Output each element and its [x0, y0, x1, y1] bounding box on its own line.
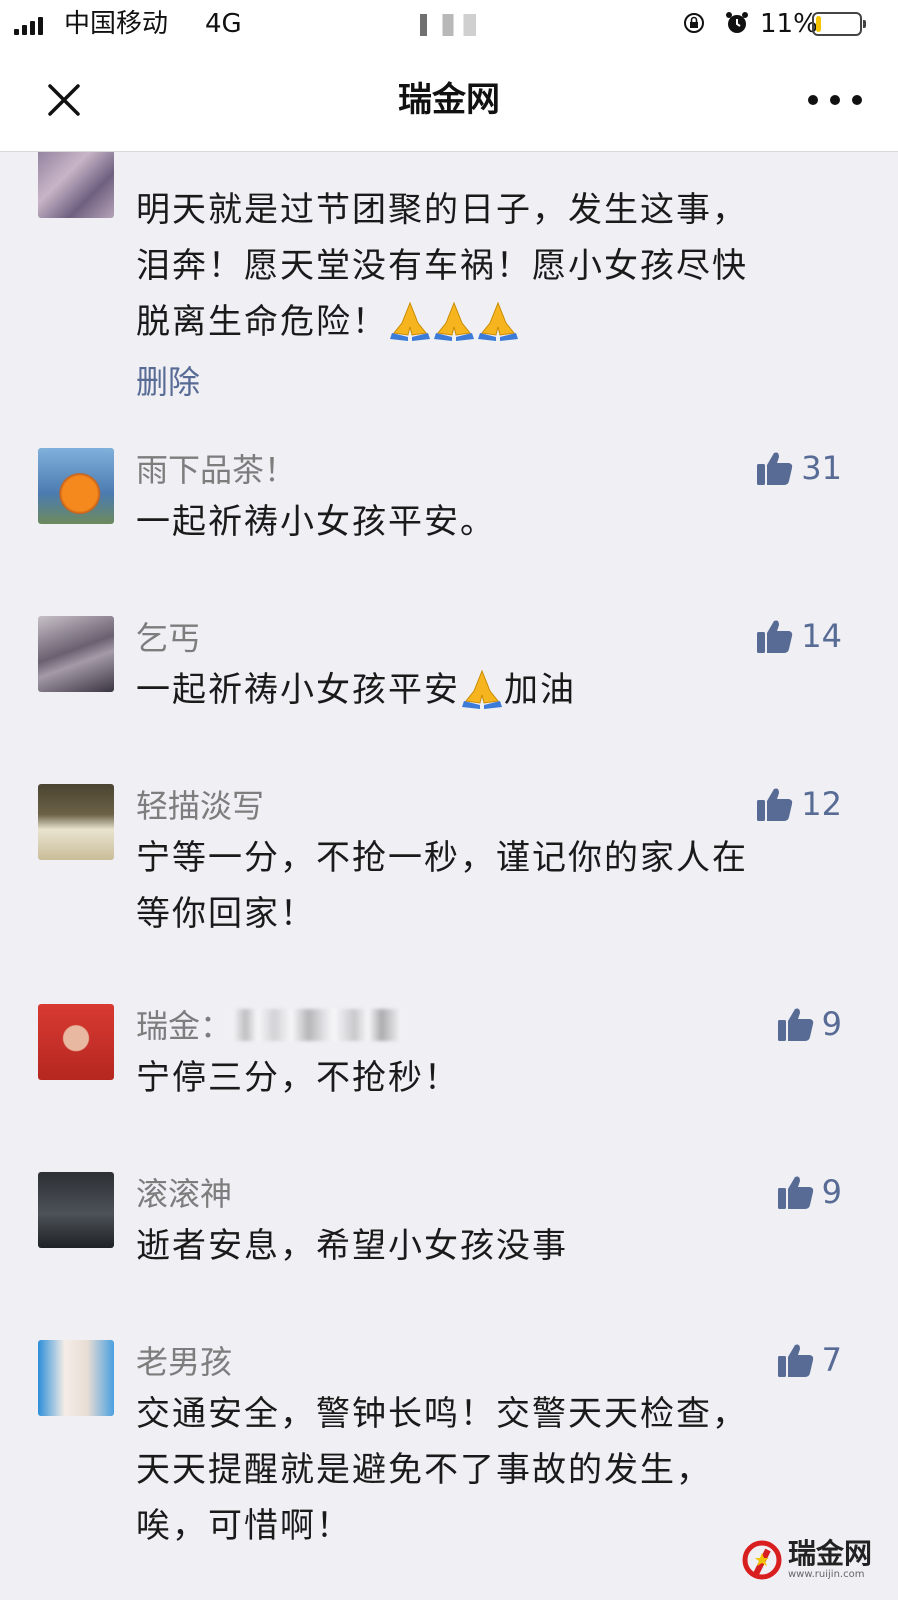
avatar: [38, 1004, 114, 1080]
comment-text: 逝者安息，希望小女孩没事: [136, 1226, 568, 1266]
network-type: 4G: [205, 9, 242, 39]
comment-item: 明天就是过节团聚的日子，发生这事， 泪奔！愿天堂没有车祸！愿小女孩尽快 脱离生命…: [0, 152, 898, 412]
like-count: 14: [801, 617, 842, 655]
signal-strength-icon: [14, 15, 43, 35]
like-count: 7: [821, 1341, 842, 1379]
like-button[interactable]: 14: [757, 616, 842, 656]
watermark-url: www.ruijin.com: [787, 1569, 865, 1580]
comment-text-line: 唉，可惜啊！: [136, 1506, 352, 1546]
commenter-name[interactable]: 雨下品茶！: [136, 450, 296, 490]
comment-text: 明天就是过节团聚的日子，发生这事， 泪奔！愿天堂没有车祸！愿小女孩尽快 脱离生命…: [136, 182, 836, 350]
thumbs-up-icon: [777, 1344, 813, 1377]
commenter-name[interactable]: 瑞金：: [136, 1006, 403, 1046]
avatar: [38, 448, 114, 524]
battery-icon: [812, 12, 866, 36]
battery-percent: 11%: [760, 9, 818, 39]
comment-item: 雨下品茶！ 31 一起祈祷小女孩平安。: [0, 448, 898, 568]
thumbs-up-icon: [777, 1008, 813, 1041]
comment-text: 一起祈祷小女孩平安 加油: [136, 662, 836, 718]
thumbs-up-icon: [757, 452, 793, 485]
navigation-bar: 瑞金网: [0, 48, 898, 152]
carrier-name: 中国移动: [64, 9, 169, 39]
blurred-name: [232, 1009, 403, 1041]
avatar: [38, 1172, 114, 1248]
like-count: 12: [801, 785, 842, 823]
watermark-logo: 瑞金网 www.ruijin.com: [742, 1539, 872, 1580]
thumbs-up-icon: [757, 620, 793, 653]
thumbs-up-icon: [777, 1176, 813, 1209]
comment-text-line: 交通安全，警钟长鸣！交警天天检查，: [136, 1394, 748, 1434]
comment-text: 宁等一分，不抢一秒，谨记你的家人在 等你回家！: [136, 830, 836, 942]
comment-item: 老男孩 7 交通安全，警钟长鸣！交警天天检查， 天天提醒就是避免不了事故的发生，…: [0, 1340, 898, 1570]
comment-text: 交通安全，警钟长鸣！交警天天检查， 天天提醒就是避免不了事故的发生， 唉，可惜啊…: [136, 1386, 836, 1554]
avatar: [38, 784, 114, 860]
page-title: 瑞金网: [398, 80, 500, 120]
like-count: 9: [821, 1173, 842, 1211]
watermark-text: 瑞金网: [787, 1537, 872, 1570]
like-button[interactable]: 7: [777, 1340, 842, 1380]
comment-item: 乞丐 14 一起祈祷小女孩平安 加油: [0, 616, 898, 736]
like-count: 31: [801, 449, 842, 487]
pray-icon: [434, 301, 474, 341]
like-button[interactable]: 9: [777, 1004, 842, 1044]
comment-text-line: 脱离生命危险！: [136, 294, 836, 350]
comment-list[interactable]: 明天就是过节团聚的日子，发生这事， 泪奔！愿天堂没有车祸！愿小女孩尽快 脱离生命…: [0, 152, 898, 1600]
pray-icon: [462, 669, 502, 709]
alarm-icon: [726, 12, 748, 33]
commenter-name[interactable]: 轻描淡写: [136, 786, 264, 826]
comment-item: 轻描淡写 12 宁等一分，不抢一秒，谨记你的家人在 等你回家！: [0, 784, 898, 954]
rotation-lock-icon: [684, 13, 704, 33]
commenter-name[interactable]: 滚滚神: [136, 1174, 232, 1214]
avatar: [38, 152, 114, 218]
comment-text-line: 泪奔！愿天堂没有车祸！愿小女孩尽快: [136, 246, 748, 286]
avatar: [38, 616, 114, 692]
comment-item: 滚滚神 9 逝者安息，希望小女孩没事: [0, 1172, 898, 1292]
avatar: [38, 1340, 114, 1416]
like-button[interactable]: 31: [757, 448, 842, 488]
ruijin-logo-icon: [742, 1540, 782, 1579]
more-dots-icon[interactable]: [802, 78, 868, 122]
status-bar: 中国移动 4G 11%: [0, 0, 898, 48]
commenter-name[interactable]: 乞丐: [136, 618, 200, 658]
blurred-time: [420, 14, 490, 36]
pray-icon: [390, 301, 430, 341]
comment-text: 一起祈祷小女孩平安。: [136, 502, 496, 542]
comment-text-line: 明天就是过节团聚的日子，发生这事，: [136, 190, 748, 230]
battery-level: [816, 16, 821, 32]
comment-text-line: 宁等一分，不抢一秒，谨记你的家人在: [136, 838, 748, 878]
comment-text-line: 等你回家！: [136, 894, 316, 934]
comment-item: 瑞金： 9 宁停三分，不抢秒！: [0, 1004, 898, 1124]
comment-text-line: 天天提醒就是避免不了事故的发生，: [136, 1450, 712, 1490]
delete-link[interactable]: 删除: [136, 362, 200, 402]
pray-icon: [478, 301, 518, 341]
like-button[interactable]: 12: [757, 784, 842, 824]
like-button[interactable]: 9: [777, 1172, 842, 1212]
like-count: 9: [821, 1005, 842, 1043]
thumbs-up-icon: [757, 788, 793, 821]
comment-text: 宁停三分，不抢秒！: [136, 1058, 460, 1098]
commenter-name[interactable]: 老男孩: [136, 1342, 232, 1382]
